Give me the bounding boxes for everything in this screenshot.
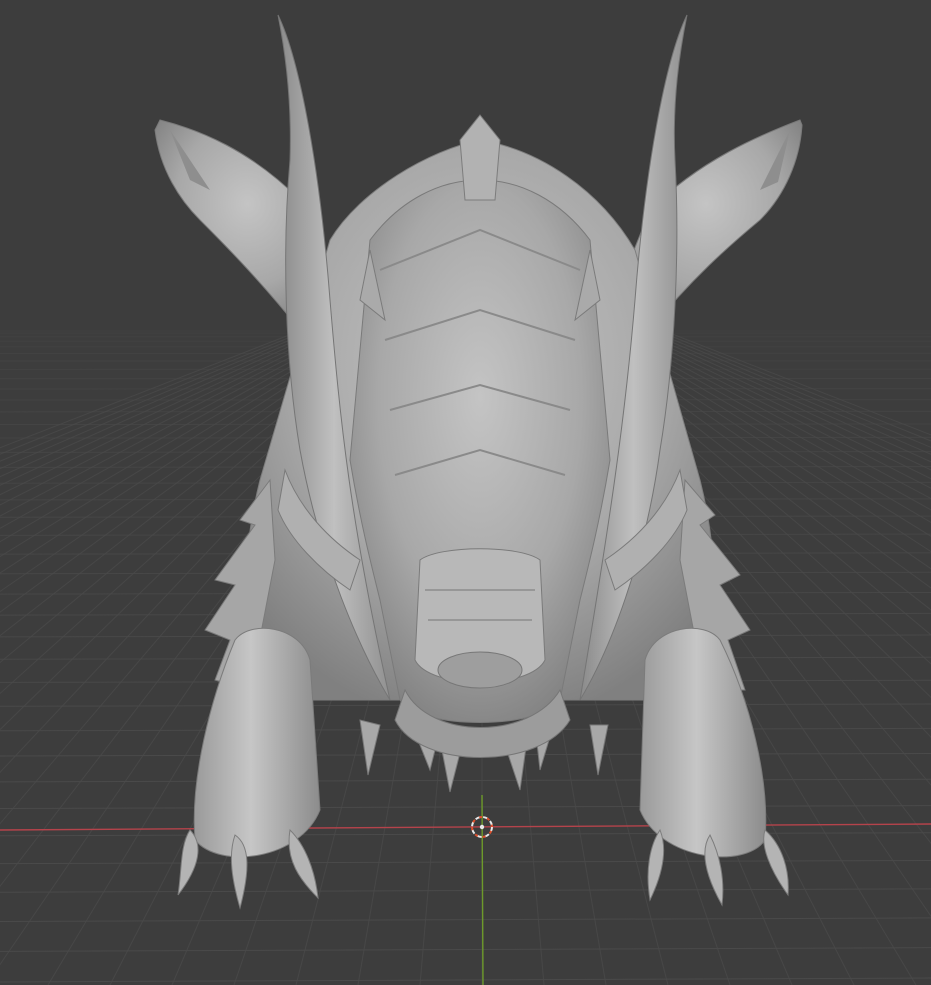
grid-line-h <box>0 888 931 893</box>
grid-line-h <box>0 805 931 809</box>
dragon-sculpt-model[interactable] <box>154 14 803 910</box>
x-axis-line <box>0 823 931 831</box>
viewport-scene[interactable] <box>0 0 931 985</box>
3d-viewport[interactable] <box>0 0 931 985</box>
right-front-leg[interactable] <box>639 627 767 858</box>
left-front-leg[interactable] <box>193 627 321 858</box>
grid-line-h <box>0 778 931 783</box>
grid-line-h <box>0 832 931 837</box>
grid-line-h <box>0 977 931 983</box>
grid-line-h <box>0 917 931 922</box>
grid-line-h <box>0 947 931 952</box>
nose <box>437 651 523 689</box>
head-crest <box>459 114 501 201</box>
